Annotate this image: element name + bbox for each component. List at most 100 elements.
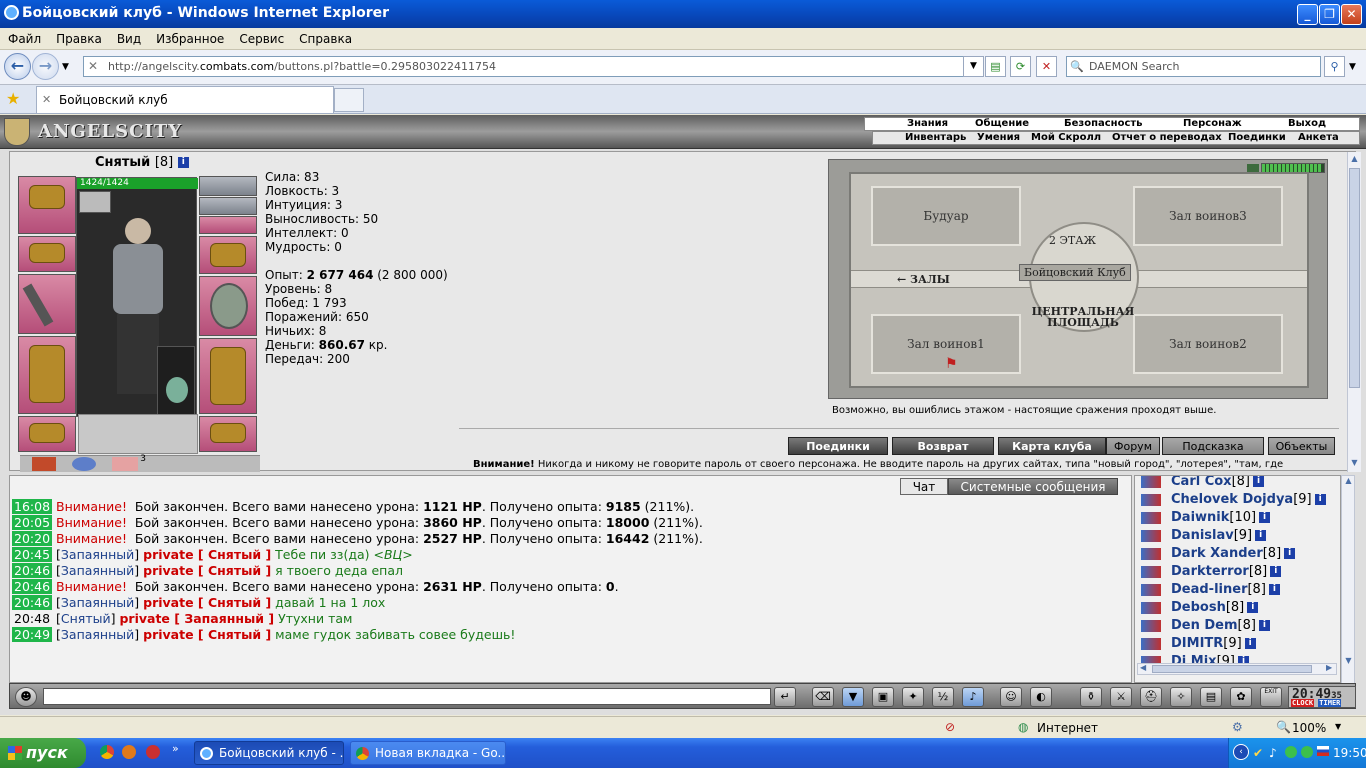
menu-exit[interactable]: Выход (1288, 118, 1326, 129)
user-name[interactable]: Den Dem (1171, 618, 1238, 633)
armor-slot[interactable] (18, 336, 76, 414)
fight-club-room[interactable]: Бойцовский Клуб (1019, 264, 1131, 281)
info-icon[interactable]: i (177, 157, 189, 168)
user-info-icon[interactable]: i (1247, 602, 1259, 613)
submenu-scroll[interactable]: Мой Скролл (1031, 132, 1101, 143)
chat-input[interactable] (43, 688, 771, 705)
heart-item-icon[interactable]: 3 (112, 454, 146, 471)
tray-clock[interactable]: 19:50 (1333, 746, 1366, 760)
sender-nick[interactable]: Снятый (61, 611, 111, 626)
send-icon[interactable]: ↵ (774, 687, 796, 707)
maximize-button[interactable]: ❐ (1319, 4, 1340, 25)
user-name[interactable]: Carl Cox (1171, 476, 1232, 489)
back-button[interactable]: ← (4, 53, 31, 80)
halls-link[interactable]: ← ЗАЛЫ (897, 273, 950, 286)
return-button[interactable]: Возврат (892, 437, 994, 455)
private-tag[interactable]: private [ Снятый ] (143, 563, 271, 578)
music-icon[interactable]: ♪ (962, 687, 984, 707)
hint-button[interactable]: Подсказка (1162, 437, 1264, 455)
url-field[interactable]: http://angelscity.combats.com/buttons.pl… (83, 56, 978, 77)
menu-view[interactable]: Вид (109, 28, 148, 46)
user-name[interactable]: Dark Xander (1171, 546, 1263, 561)
tab-chat[interactable]: Чат (900, 478, 948, 495)
scroll-up-icon[interactable]: ▲ (1342, 476, 1355, 490)
user-info-icon[interactable]: i (1268, 584, 1280, 595)
favorites-star-icon[interactable]: ★ (6, 89, 20, 108)
room-warriors-2[interactable]: Зал воинов2 (1133, 314, 1283, 374)
paw-icon[interactable]: ✿ (1230, 687, 1252, 707)
status-tray-icon[interactable] (1301, 746, 1313, 758)
volume-icon[interactable]: ♪ (1269, 746, 1277, 760)
menu-help[interactable]: Справка (291, 28, 359, 46)
sender-nick[interactable]: Запаянный (61, 627, 134, 642)
sword-icon[interactable]: ⚔ (1110, 687, 1132, 707)
network-icon[interactable] (1285, 746, 1297, 758)
tab-fight-club[interactable]: ✕ Бойцовский клуб (36, 86, 334, 113)
user-name[interactable]: Darkterror (1171, 564, 1249, 579)
online-user[interactable]: Danislav[9] i (1135, 528, 1325, 546)
private-tag[interactable]: private [ Снятый ] (143, 547, 271, 562)
battles-button[interactable]: Поединки (788, 437, 888, 455)
eraser-icon[interactable]: ⌫ (812, 687, 834, 707)
gloves-slot[interactable] (199, 236, 257, 274)
close-button[interactable]: ✕ (1341, 4, 1362, 25)
task-fight-club[interactable]: Бойцовский клуб - ... (194, 741, 344, 765)
belt-slot[interactable] (18, 416, 76, 452)
objects-button[interactable]: Объекты (1268, 437, 1335, 455)
user-info-icon[interactable]: i (1258, 620, 1270, 631)
pet-slot[interactable] (157, 346, 195, 416)
private-tag[interactable]: private [ Снятый ] (143, 627, 271, 642)
central-plaza-link[interactable]: ЦЕНТРАЛЬНАЯ ПЛОЩАДЬ (1019, 306, 1147, 328)
task-new-tab[interactable]: Новая вкладка - Go... (350, 741, 506, 765)
forward-button[interactable]: → (32, 53, 59, 80)
user-name[interactable]: Danislav (1171, 528, 1234, 543)
earrings-slot[interactable] (199, 197, 257, 215)
message-time[interactable]: 20:49 (12, 627, 53, 642)
weapon-slot[interactable] (18, 274, 76, 334)
submenu-skills[interactable]: Умения (977, 132, 1020, 143)
online-scrollbar[interactable]: ▲ ▼ (1341, 475, 1355, 685)
rings-slot[interactable] (199, 216, 257, 234)
user-name[interactable]: Daiwnik (1171, 510, 1229, 525)
menu-character[interactable]: Персонаж (1183, 118, 1242, 129)
private-tag[interactable]: private [ Снятый ] (143, 595, 271, 610)
shield-tray-icon[interactable]: ✔ (1253, 746, 1263, 760)
stop-icon[interactable]: ✕ (1036, 56, 1057, 77)
sender-nick[interactable]: Запаянный (61, 563, 134, 578)
user-name[interactable]: Debosh (1171, 600, 1226, 615)
scroll-right-icon[interactable]: ▶ (1326, 663, 1332, 672)
bottle-icon[interactable]: ⚱ (1080, 687, 1102, 707)
filter-icon[interactable]: ▼ (842, 687, 864, 707)
online-user[interactable]: Daiwnik[10] i (1135, 510, 1325, 528)
exit-icon[interactable]: EXIT (1260, 687, 1282, 707)
submenu-battles[interactable]: Поединки (1228, 132, 1286, 143)
amulet-slot[interactable] (199, 176, 257, 196)
new-tab-button[interactable] (334, 88, 364, 112)
history-dropdown-icon[interactable]: ▼ (62, 62, 69, 72)
minimize-button[interactable]: _ (1297, 4, 1318, 25)
user-info-icon[interactable]: i (1253, 476, 1264, 487)
user-name[interactable]: Chelovek Dojdya (1171, 492, 1293, 507)
search-input[interactable]: DAEMON Search (1066, 56, 1321, 77)
sender-nick[interactable]: Запаянный (61, 595, 134, 610)
private-tag[interactable]: private [ Запаянный ] (119, 611, 274, 626)
browser-icon[interactable] (122, 745, 136, 759)
helmet-slot[interactable] (18, 176, 76, 234)
quicklaunch-more-icon[interactable]: » (172, 742, 179, 755)
smiley-icon[interactable]: ☺ (1000, 687, 1022, 707)
smile-face-icon[interactable]: ☻ (15, 687, 37, 707)
message-time[interactable]: 20:20 (12, 531, 53, 546)
boots-slot[interactable] (199, 416, 257, 452)
message-time[interactable]: 20:46 (12, 579, 53, 594)
user-info-icon[interactable]: i (1314, 494, 1326, 505)
character-avatar[interactable]: 1424/1424 (76, 177, 198, 417)
pants-slot[interactable] (199, 338, 257, 414)
bracers-slot[interactable] (18, 236, 76, 272)
menu-edit[interactable]: Правка (48, 28, 109, 46)
online-user[interactable]: Den Dem[8] i (1135, 618, 1325, 636)
user-name[interactable]: DIMITR (1171, 636, 1223, 651)
menu-social[interactable]: Общение (975, 118, 1029, 129)
orb-item-icon[interactable] (72, 457, 96, 471)
user-info-icon[interactable]: i (1270, 566, 1282, 577)
helmet-button-icon[interactable]: ⛑ (1140, 687, 1162, 707)
